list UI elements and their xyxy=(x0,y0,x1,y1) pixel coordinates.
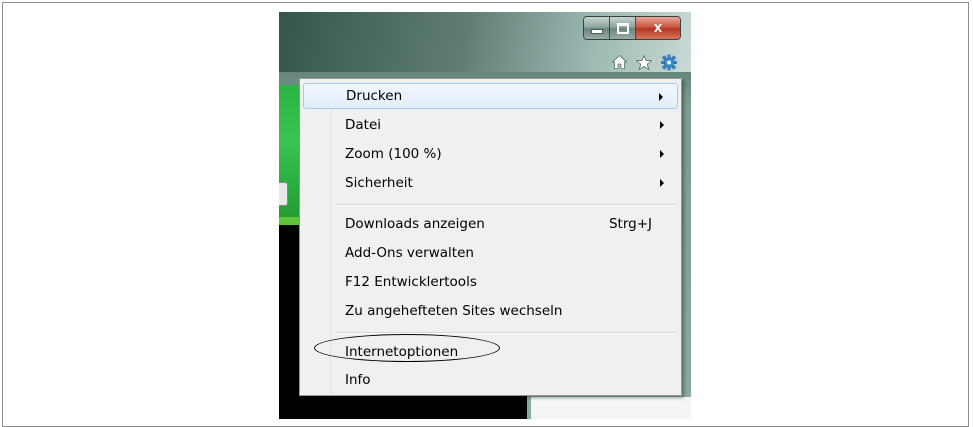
star-icon[interactable] xyxy=(636,54,652,70)
tools-menu: Drucken Datei Zoom (100 %) Sicherheit Do… xyxy=(299,78,682,396)
menu-item-pinned-sites[interactable]: Zu angehefteten Sites wechseln xyxy=(303,298,678,324)
menu-separator xyxy=(336,204,676,206)
menu-item-zoom[interactable]: Zoom (100 %) xyxy=(303,141,678,167)
close-icon: X xyxy=(653,21,663,35)
menu-item-label: Datei xyxy=(345,117,382,133)
menu-item-label: F12 Entwicklertools xyxy=(345,274,477,290)
minimize-icon xyxy=(590,28,603,34)
submenu-arrow-icon xyxy=(660,121,664,129)
menu-item-label: Downloads anzeigen xyxy=(345,216,485,232)
menu-item-add-ons[interactable]: Add-Ons verwalten xyxy=(303,240,678,266)
menu-item-label: Info xyxy=(345,372,371,388)
menu-item-internetoptionen[interactable]: Internetoptionen xyxy=(303,339,678,365)
menu-item-datei[interactable]: Datei xyxy=(303,112,678,138)
menu-item-label: Zoom (100 %) xyxy=(345,146,442,162)
menu-item-drucken[interactable]: Drucken xyxy=(303,83,678,109)
gear-icon[interactable] xyxy=(661,54,677,70)
menu-item-label: Zu angehefteten Sites wechseln xyxy=(345,303,563,319)
menu-item-shortcut: Strg+J xyxy=(608,216,652,232)
menu-item-label: Drucken xyxy=(346,88,403,104)
page-scroll-tab[interactable] xyxy=(279,182,288,206)
maximize-button[interactable] xyxy=(610,17,636,39)
menu-item-sicherheit[interactable]: Sicherheit xyxy=(303,170,678,196)
menu-item-label: Internetoptionen xyxy=(345,344,459,360)
browser-toolbar xyxy=(611,54,677,70)
submenu-arrow-icon xyxy=(659,93,663,101)
window-controls: X xyxy=(583,16,681,40)
menu-item-downloads[interactable]: Downloads anzeigen Strg+J xyxy=(303,211,678,237)
close-button[interactable]: X xyxy=(636,17,680,39)
page-content-light xyxy=(531,397,691,419)
menu-item-info[interactable]: Info xyxy=(303,367,678,393)
minimize-button[interactable] xyxy=(584,17,610,39)
menu-item-devtools[interactable]: F12 Entwicklertools xyxy=(303,269,678,295)
menu-item-label: Add-Ons verwalten xyxy=(345,245,474,261)
maximize-icon xyxy=(616,22,629,34)
home-icon[interactable] xyxy=(611,54,627,70)
menu-separator xyxy=(336,332,676,334)
submenu-arrow-icon xyxy=(660,179,664,187)
submenu-arrow-icon xyxy=(660,150,664,158)
menu-item-label: Sicherheit xyxy=(345,175,413,191)
